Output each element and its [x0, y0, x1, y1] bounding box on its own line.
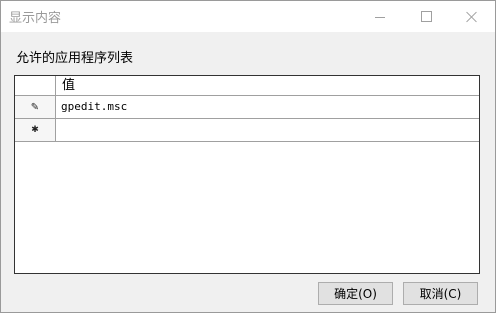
minimize-button[interactable] — [357, 1, 403, 32]
row-header-edit[interactable]: ✎ — [15, 96, 56, 119]
maximize-button[interactable] — [403, 1, 449, 32]
close-icon — [466, 11, 478, 23]
value-column-header[interactable]: 值 — [56, 76, 479, 96]
row-header-new[interactable]: ✱ — [15, 119, 56, 142]
new-value-cell[interactable] — [56, 119, 479, 142]
pencil-icon: ✎ — [30, 101, 40, 113]
minimize-icon — [375, 17, 385, 18]
new-row-icon: ✱ — [31, 125, 39, 135]
close-button[interactable] — [449, 1, 495, 32]
value-cell[interactable]: gpedit.msc — [56, 96, 479, 119]
values-grid[interactable]: 值 ✎ gpedit.msc ✱ — [14, 75, 480, 274]
cancel-button[interactable]: 取消(C) — [403, 282, 478, 305]
title-bar[interactable]: 显示内容 — [1, 1, 495, 32]
window-title: 显示内容 — [9, 11, 62, 26]
dialog-window: 显示内容 允许的应用程序列表 值 ✎ gpedit.msc ✱ 确定(O) 取消… — [0, 0, 496, 313]
grid-corner-header[interactable] — [15, 76, 56, 96]
ok-button[interactable]: 确定(O) — [318, 282, 393, 305]
maximize-icon — [420, 11, 432, 22]
list-label: 允许的应用程序列表 — [16, 51, 134, 66]
